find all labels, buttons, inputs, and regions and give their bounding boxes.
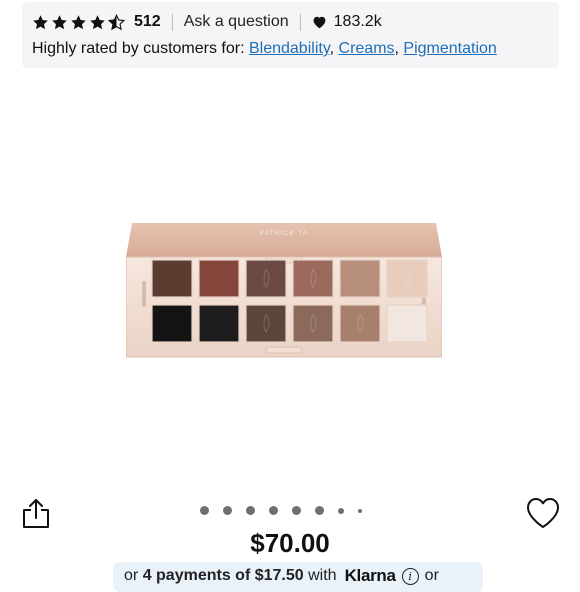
heart-filled-icon <box>313 16 326 29</box>
star-full-icon <box>33 14 48 29</box>
share-icon[interactable] <box>21 497 51 529</box>
carousel-dot[interactable] <box>200 506 209 515</box>
highlights-row: Highly rated by customers for: Blendabil… <box>32 40 497 57</box>
klarna-logo: Klarna <box>344 566 396 585</box>
image-carousel-indicator[interactable] <box>200 506 362 515</box>
product-price: $70.00 <box>250 528 330 558</box>
review-count[interactable]: 512 <box>134 13 161 31</box>
klarna-prefix: or <box>124 567 139 584</box>
product-image[interactable]: PATRICK TA <box>126 219 442 359</box>
info-icon[interactable]: i <box>401 567 419 585</box>
klarna-payment-banner[interactable]: or 4 payments of $17.50 with Klarna i or <box>113 562 483 592</box>
star-half-icon <box>108 13 125 30</box>
divider <box>299 13 301 31</box>
highlight-tag-blendability[interactable]: Blendability <box>249 40 330 57</box>
star-rating[interactable]: 512 <box>32 13 161 31</box>
star-full-icon <box>90 14 105 29</box>
divider <box>171 13 173 31</box>
carousel-dot[interactable] <box>246 506 255 515</box>
lid-brand-text: PATRICK TA <box>260 231 309 237</box>
heart-outline-icon[interactable] <box>525 496 561 530</box>
rating-summary-card: 512 Ask a question 183.2k Highly rated b… <box>22 2 559 68</box>
star-full-icon <box>52 14 67 29</box>
klarna-suffix: or <box>424 567 439 584</box>
carousel-dot[interactable] <box>223 506 232 515</box>
highlights-prefix: Highly rated by customers for: <box>32 40 245 57</box>
carousel-dot[interactable] <box>292 506 301 515</box>
highlight-tag-creams[interactable]: Creams <box>339 40 395 57</box>
rating-row: 512 Ask a question 183.2k <box>32 11 382 33</box>
carousel-dot[interactable] <box>358 508 362 513</box>
klarna-installments: 4 payments of $17.50 <box>142 567 304 584</box>
carousel-dot[interactable] <box>269 506 278 515</box>
ask-question-link[interactable]: Ask a question <box>184 13 289 31</box>
loves-count: 183.2k <box>333 13 382 30</box>
highlight-tag-pigmentation[interactable]: Pigmentation <box>403 40 496 57</box>
carousel-dot[interactable] <box>338 507 344 514</box>
carousel-dot[interactable] <box>315 506 324 515</box>
star-full-icon <box>71 14 86 29</box>
klarna-with: with <box>308 567 337 584</box>
